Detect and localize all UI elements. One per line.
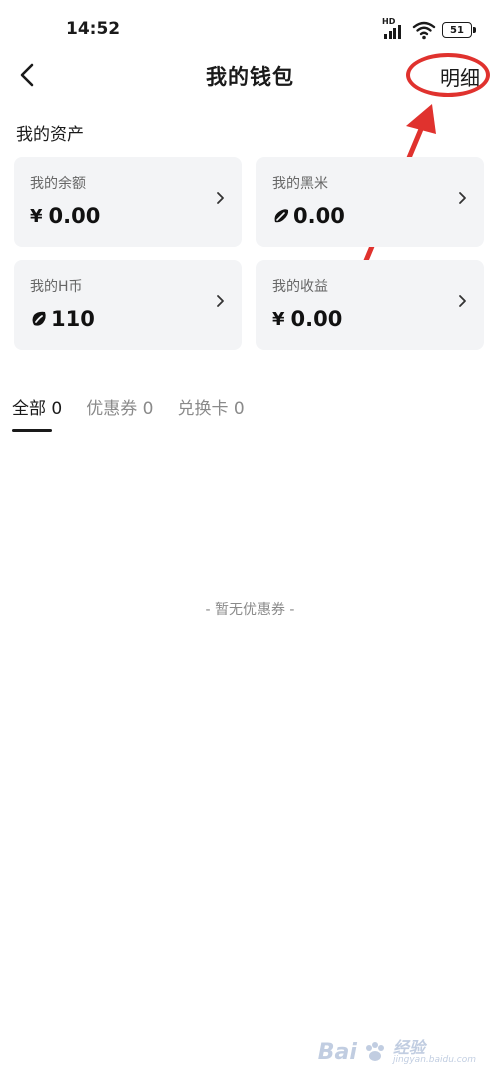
chevron-right-icon [217,192,224,204]
tab-count: 0 [233,399,245,419]
empty-state-text: - 暂无优惠券 - [205,602,295,618]
assets-section-title: 我的资产 [16,125,84,145]
status-bar: 14:52 HD 51 [0,0,500,56]
h-coin-card[interactable]: 我的H币 110 [14,260,242,350]
tab-count: 0 [142,399,154,419]
card-label: 我的黑米 [272,176,328,192]
baidu-jingyan-watermark: Bai 经验 jingyan.baidu.com [317,1037,476,1066]
h-coin-value: 110 [30,307,95,331]
wifi-icon [412,21,436,40]
card-amount: 0.00 [48,204,101,228]
tab-label: 兑换卡 [177,399,229,419]
battery-level: 51 [450,24,464,36]
watermark-brand: Bai [317,1039,357,1065]
heimi-card[interactable]: 我的黑米 0.00 [256,157,484,247]
balance-card[interactable]: 我的余额 ¥ 0.00 [14,157,242,247]
card-amount: 0.00 [293,204,345,228]
heimi-coin-icon [274,209,289,223]
active-tab-indicator [12,429,52,432]
chevron-right-icon [459,295,466,307]
currency-symbol: ¥ [272,308,285,330]
watermark-suffix: 经验 [392,1037,425,1057]
status-time: 14:52 [66,19,121,39]
card-amount: 0.00 [290,307,343,331]
tab-label: 全部 [12,399,46,419]
h-coin-icon [32,311,46,326]
card-amount: 110 [51,307,95,331]
status-icons: HD 51 [382,17,476,42]
card-label: 我的余额 [30,176,86,192]
earnings-card[interactable]: 我的收益 ¥ 0.00 [256,260,484,350]
signal-icon: HD [382,17,406,41]
coupon-tabs: 全部 0 优惠券 0 兑换卡 0 [12,394,245,419]
tab-label: 优惠券 [86,399,138,419]
balance-value: ¥ 0.00 [30,204,100,228]
chevron-right-icon [217,295,224,307]
watermark-site: jingyan.baidu.com [392,1055,476,1066]
currency-symbol: ¥ [30,205,43,227]
paw-icon [365,1042,384,1062]
wallet-page: 14:52 HD 51 我的钱包 明细 我的资产 我的余额 ¥ 0.00 我的黑… [0,0,500,1084]
earnings-value: ¥ 0.00 [272,307,342,331]
heimi-value: 0.00 [272,204,345,228]
card-label: 我的收益 [272,279,328,295]
tab-count: 0 [51,399,63,419]
battery-icon: 51 [442,22,476,38]
tab-coupons[interactable]: 优惠券 0 [86,394,153,419]
tab-exchange-cards[interactable]: 兑换卡 0 [177,394,244,419]
card-label: 我的H币 [30,279,83,295]
annotation-circle [406,53,490,97]
tab-all[interactable]: 全部 0 [12,394,62,419]
chevron-right-icon [459,192,466,204]
